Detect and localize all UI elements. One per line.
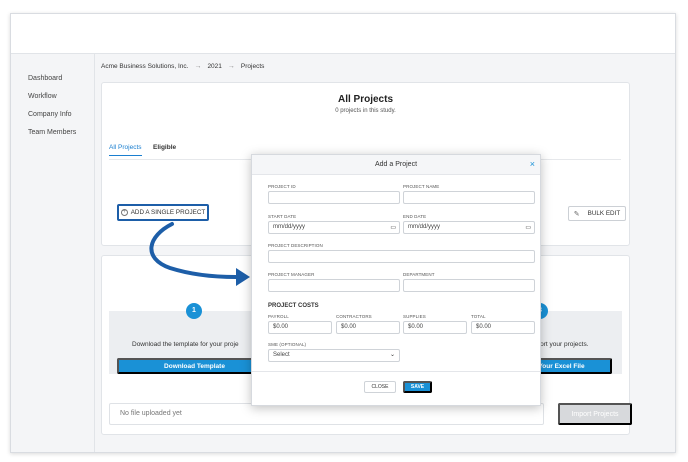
contractors-input[interactable]: $0.00 bbox=[336, 321, 400, 334]
breadcrumb-separator: → bbox=[194, 63, 202, 70]
add-single-project-button[interactable]: + ADD A SINGLE PROJECT bbox=[117, 204, 209, 221]
breadcrumb: Acme Business Solutions, Inc. → 2021 → P… bbox=[101, 63, 264, 70]
supplies-label: SUPPLIES bbox=[403, 314, 426, 319]
add-single-project-label: ADD A SINGLE PROJECT bbox=[130, 209, 206, 216]
sme-label: SME (OPTIONAL) bbox=[268, 342, 307, 347]
total-label: TOTAL bbox=[471, 314, 486, 319]
breadcrumb-separator: → bbox=[227, 63, 235, 70]
file-status-field: No file uploaded yet bbox=[109, 403, 544, 425]
end-date-label: END DATE bbox=[403, 214, 427, 219]
sidebar-item-dashboard[interactable]: Dashboard bbox=[11, 74, 94, 92]
project-name-input[interactable] bbox=[403, 191, 535, 204]
bulk-edit-button[interactable]: ✎ BULK EDIT bbox=[568, 206, 626, 221]
save-button[interactable]: SAVE bbox=[403, 381, 432, 393]
start-date-input[interactable]: mm/dd/yyyy ▭ bbox=[268, 221, 400, 234]
payroll-label: PAYROLL bbox=[268, 314, 289, 319]
modal-title: Add a Project bbox=[374, 161, 418, 168]
project-manager-label: PROJECT MANAGER bbox=[268, 272, 315, 277]
project-count: 0 projects in this study. bbox=[335, 108, 396, 114]
breadcrumb-page: Projects bbox=[240, 63, 265, 70]
sidebar-item-team-members[interactable]: Team Members bbox=[11, 128, 94, 146]
close-icon[interactable]: × bbox=[530, 159, 535, 169]
project-name-label: PROJECT NAME bbox=[403, 184, 440, 189]
import-projects-button: Import Projects bbox=[558, 403, 632, 425]
department-label: DEPARTMENT bbox=[403, 272, 435, 277]
calendar-icon[interactable]: ▭ bbox=[525, 223, 531, 234]
download-template-button[interactable]: Download Template bbox=[117, 358, 272, 374]
tab-all-projects[interactable]: All Projects bbox=[109, 144, 142, 156]
modal-divider bbox=[252, 371, 540, 372]
close-button[interactable]: CLOSE bbox=[364, 381, 396, 393]
breadcrumb-year[interactable]: 2021 bbox=[207, 63, 221, 70]
breadcrumb-company[interactable]: Acme Business Solutions, Inc. bbox=[101, 63, 188, 70]
project-manager-input[interactable] bbox=[268, 279, 400, 292]
tab-eligible[interactable]: Eligible bbox=[153, 144, 176, 151]
contractors-label: CONTRACTORS bbox=[336, 314, 372, 319]
sidebar-item-workflow[interactable]: Workflow bbox=[11, 92, 94, 110]
start-date-label: START DATE bbox=[268, 214, 297, 219]
page-title: All Projects bbox=[337, 94, 394, 105]
supplies-input[interactable]: $0.00 bbox=[403, 321, 467, 334]
step-1-badge: 1 bbox=[186, 303, 202, 319]
sidebar: Dashboard Workflow Company Info Team Mem… bbox=[11, 54, 95, 452]
sme-selected-value: Select bbox=[273, 352, 290, 358]
calendar-icon[interactable]: ▭ bbox=[390, 223, 396, 234]
project-description-label: PROJECT DESCRIPTION bbox=[268, 243, 323, 248]
pencil-icon: ✎ bbox=[573, 210, 580, 218]
end-date-input[interactable]: mm/dd/yyyy ▭ bbox=[403, 221, 535, 234]
payroll-input[interactable]: $0.00 bbox=[268, 321, 332, 334]
bulk-edit-label: BULK EDIT bbox=[587, 210, 621, 217]
project-description-input[interactable] bbox=[268, 250, 535, 263]
chevron-down-icon: ⌄ bbox=[389, 352, 395, 358]
project-costs-heading: PROJECT COSTS bbox=[268, 303, 319, 309]
sme-select[interactable]: Select ⌄ bbox=[268, 349, 400, 362]
start-date-placeholder: mm/dd/yyyy bbox=[273, 224, 306, 230]
project-id-input[interactable] bbox=[268, 191, 400, 204]
department-input[interactable] bbox=[403, 279, 535, 292]
end-date-placeholder: mm/dd/yyyy bbox=[408, 224, 441, 230]
modal-header: Add a Project × bbox=[252, 155, 540, 175]
top-bar bbox=[11, 14, 675, 54]
total-input[interactable]: $0.00 bbox=[471, 321, 535, 334]
plus-circle-icon: + bbox=[120, 209, 128, 216]
step-1-text: Download the template for your proje bbox=[132, 341, 239, 348]
add-project-modal: Add a Project × PROJECT ID PROJECT NAME … bbox=[251, 154, 541, 406]
sidebar-item-company-info[interactable]: Company Info bbox=[11, 110, 94, 128]
project-id-label: PROJECT ID bbox=[268, 184, 296, 189]
